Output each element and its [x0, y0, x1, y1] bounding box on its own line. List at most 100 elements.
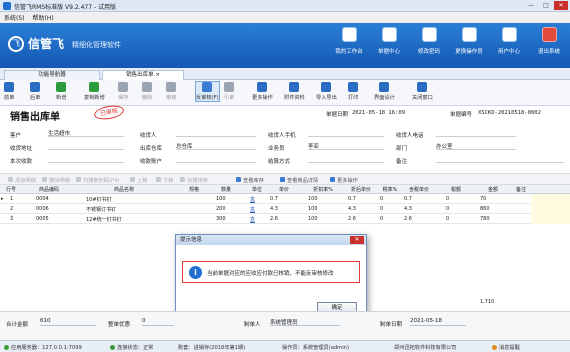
menu-help[interactable]: 帮助(H): [33, 13, 54, 22]
message-icon: [492, 345, 497, 350]
round-field[interactable]: 0: [142, 318, 174, 326]
toolbar-prev-button[interactable]: 前单: [4, 82, 14, 101]
status-bar: 应用服务器：127.0.0.1:7099 连接状态：正常 账套：进销存(2018…: [0, 340, 570, 352]
col-header[interactable]: 商品名称: [84, 186, 164, 193]
settle-field[interactable]: [308, 155, 384, 163]
dialog-message-box: i 当前单据对应的应收应付款已核销，不能反审核修改: [182, 261, 360, 283]
gridbar-delete-row-button[interactable]: 删除明细: [42, 177, 70, 184]
toolbar-save-button[interactable]: 保存: [118, 82, 128, 101]
col-header[interactable]: 税率%: [378, 186, 402, 193]
toolbar-ui-design-button[interactable]: 界面设计: [374, 82, 395, 101]
col-header[interactable]: 折后单价: [346, 186, 376, 193]
brand-logo: 飞 信管飞 精细化管理软件: [8, 35, 121, 52]
address-label: 收货地址: [10, 146, 33, 152]
cell-disc: 100: [308, 195, 318, 202]
toolbar-import-order-button[interactable]: 引单: [224, 82, 234, 101]
maximize-button[interactable]: □: [539, 1, 553, 10]
date-value: 2021-05-18 16:09: [352, 110, 405, 116]
col-header[interactable]: 含税单价: [402, 186, 436, 193]
note-cell[interactable]: [531, 214, 570, 224]
toolbar-import-export-button[interactable]: 导入导出: [316, 82, 337, 101]
col-header[interactable]: 单价: [268, 186, 300, 193]
tab-close-icon[interactable]: ×: [155, 72, 160, 78]
nav-exit[interactable]: 退出系统: [532, 27, 566, 55]
amount-total: 1,710: [480, 299, 495, 305]
toolbar-audit-button[interactable]: 审核: [166, 82, 176, 101]
cell-tax: 0: [380, 195, 384, 202]
cell-code: 0006: [36, 205, 49, 212]
toolbar-print-button[interactable]: 打印: [348, 82, 358, 101]
col-header[interactable]: 金额: [478, 186, 508, 193]
toolbar-attachment-button[interactable]: 附件资料: [284, 82, 305, 101]
nav-workbench[interactable]: 我的工作台: [332, 27, 366, 55]
nav-user-center[interactable]: 用户中心: [492, 27, 526, 55]
gridbar-goods-detail-button[interactable]: 查看商品详情: [280, 177, 318, 184]
goods-detail-icon: [280, 177, 285, 182]
receiver-tel-field[interactable]: [436, 129, 516, 137]
col-header[interactable]: 备注: [512, 186, 530, 193]
nav-doc-center[interactable]: 单据中心: [372, 27, 406, 55]
warehouse-field[interactable]: 总仓库: [176, 142, 256, 150]
tab-strip: 功能导航器 销售出库单 ×: [0, 68, 570, 80]
cell-code: 0004: [36, 195, 49, 202]
toolbar-delete-button[interactable]: 删除: [142, 82, 152, 101]
address-field[interactable]: [48, 142, 124, 150]
cell-price: 4.3: [270, 205, 278, 212]
message-dialog: 提示信息 ✕ i 当前单据对应的应收应付款已核销，不能反审核修改 确定: [175, 234, 367, 320]
tab-nav[interactable]: 功能导航器: [4, 70, 100, 80]
col-header[interactable]: 数量: [214, 186, 238, 193]
cell-disc: 100: [308, 215, 318, 222]
col-header[interactable]: 税额: [444, 186, 468, 193]
receiver-phone-field[interactable]: [308, 129, 384, 137]
note-cell[interactable]: [531, 194, 570, 204]
col-header[interactable]: 规格: [180, 186, 208, 193]
minimize-button[interactable]: —: [524, 1, 538, 10]
cell-qty: 100: [216, 195, 226, 202]
dialog-close-icon[interactable]: ✕: [350, 236, 364, 244]
note-cell[interactable]: [531, 204, 570, 214]
col-header[interactable]: 行号: [2, 186, 20, 193]
col-header[interactable]: 折扣率%: [306, 186, 340, 193]
close-window-icon: [417, 82, 428, 92]
gridbar-stock-button[interactable]: 查看库存: [236, 177, 264, 184]
nav-change-password[interactable]: 修改密码: [412, 27, 446, 55]
print-icon: [348, 82, 359, 92]
receiver-field[interactable]: [176, 129, 256, 137]
remark-field[interactable]: [436, 155, 564, 163]
customer-label: 客户: [10, 133, 22, 139]
toolbar-add-button[interactable]: 新增: [56, 82, 66, 101]
gridbar-sort-button[interactable]: 快捷排序: [180, 177, 208, 184]
nav-switch-operator[interactable]: 更换操作员: [452, 27, 486, 55]
table-row[interactable]: ▸ 1 0004 10#钉书钉 100 盒 0.7 100 0.7 0 0.7 0 70: [0, 194, 570, 204]
toolbar-copy-add-button[interactable]: 复制新增: [84, 82, 105, 101]
up-icon: [130, 177, 135, 182]
gridbar-more-button[interactable]: 更多操作: [330, 177, 358, 184]
grid-toolbar: 添加明细 删除明细 扫描条形码(F4) 上移 下移 快捷排序 查看库存 查看商品详情 更多操作: [0, 173, 570, 185]
customer-field[interactable]: 生活超市: [48, 129, 124, 137]
col-header[interactable]: 商品编码: [34, 186, 64, 193]
gridbar-add-row-button[interactable]: 添加明细: [8, 177, 36, 184]
gridbar-up-button[interactable]: 上移: [130, 177, 147, 184]
toolbar-more-ops-button[interactable]: 更多操作: [252, 82, 273, 101]
salesman-field[interactable]: 李亚: [308, 142, 384, 150]
sort-icon: [180, 177, 185, 182]
gridbar-down-button[interactable]: 下移: [156, 177, 173, 184]
close-button[interactable]: ✕: [554, 1, 568, 10]
audited-stamp: 已审核: [93, 103, 125, 122]
status-msg[interactable]: 消息提醒: [492, 344, 520, 351]
tab-sales-out[interactable]: 销售出库单 ×: [102, 70, 184, 80]
col-header[interactable]: 单位: [248, 186, 266, 193]
menu-system[interactable]: 系统(S): [4, 13, 25, 22]
table-row[interactable]: 2 0006 不锈钢订书钉 200 盒 4.3 100 4.3 0 4.3 0 860: [0, 204, 570, 214]
received-label: 本次收款: [10, 159, 33, 165]
toolbar-close-window-button[interactable]: 关闭窗口: [412, 82, 433, 101]
cell-amount: 780: [480, 215, 490, 222]
table-row[interactable]: 3 0005 12#统一钉书钉 300 盒 2.6 100 2.6 0 2.6 0 780: [0, 214, 570, 224]
toolbar-unaudit-button[interactable]: 反审核(F): [195, 81, 220, 102]
cell-name: 12#统一钉书钉: [86, 216, 122, 223]
dept-field[interactable]: 办公室: [436, 142, 516, 150]
gridbar-barcode-button[interactable]: 扫描条形码(F4): [76, 177, 119, 184]
received-field[interactable]: [48, 155, 124, 163]
toolbar-next-button[interactable]: 后单: [30, 82, 40, 101]
account-field[interactable]: [176, 155, 256, 163]
